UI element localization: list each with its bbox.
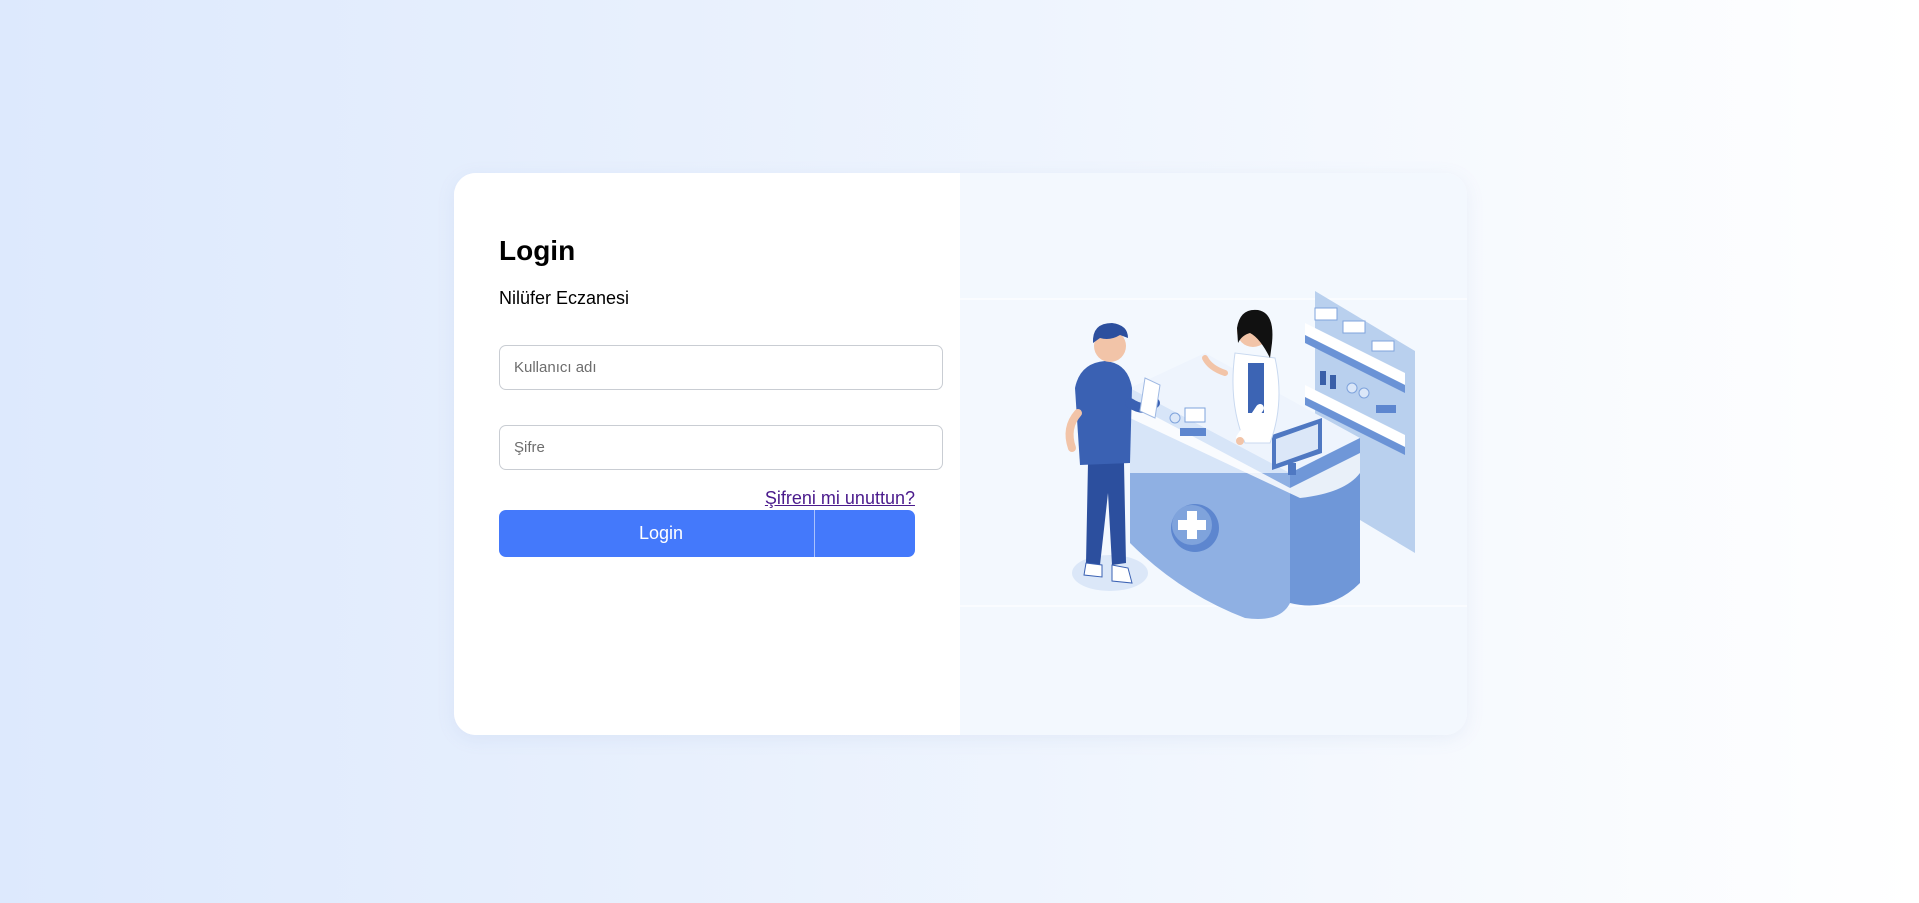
button-divider	[814, 510, 815, 557]
pharmacy-illustration-icon	[960, 291, 1467, 619]
password-input[interactable]	[499, 425, 943, 470]
forgot-password-link[interactable]: Şifreni mi unuttun?	[765, 488, 915, 509]
login-button-label: Login	[638, 523, 684, 543]
pharmacy-name: Nilüfer Eczanesi	[499, 288, 630, 308]
login-button[interactable]: Login	[499, 510, 915, 557]
page-title: Login	[499, 235, 576, 266]
illustration-panel	[960, 173, 1467, 735]
login-form-panel: Login Nilüfer Eczanesi Şifreni mi unuttu…	[454, 173, 960, 735]
login-card: Login Nilüfer Eczanesi Şifreni mi unuttu…	[454, 173, 1467, 735]
username-input[interactable]	[499, 345, 943, 390]
login-button-label-wrap: Login	[499, 510, 915, 557]
